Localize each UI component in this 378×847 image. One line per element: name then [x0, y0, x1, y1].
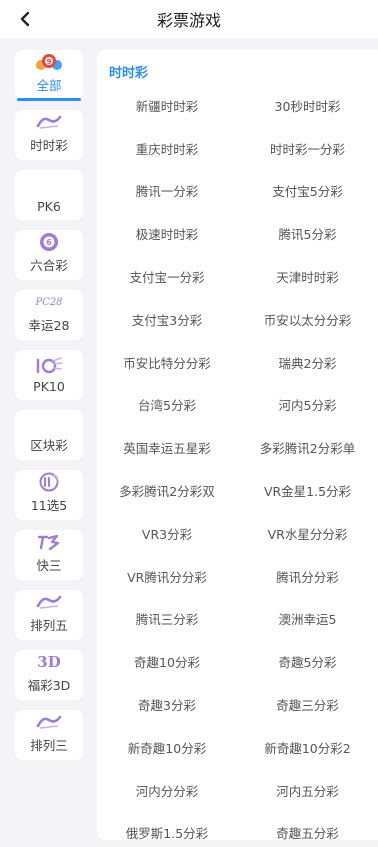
sidebar-item-pk6[interactable]: PK6 [15, 170, 83, 220]
game-item[interactable]: 时时彩一分彩 [237, 127, 378, 170]
games-panel: 时时彩 新疆时时彩 30秒时时彩 重庆时时彩 时时彩一分彩 腾讯一分彩 支付宝5分彩 极速时… [97, 50, 378, 840]
game-item[interactable]: 支付宝3分彩 [97, 298, 237, 341]
game-item[interactable]: 多彩腾讯2分彩单 [237, 426, 378, 469]
game-item[interactable]: 奇趣3分彩 [97, 683, 237, 726]
game-item[interactable]: 支付宝5分彩 [237, 170, 378, 213]
pk10-icon [34, 355, 64, 377]
kuaisan-icon [35, 531, 63, 553]
game-item[interactable]: VR金星1.5分彩 [237, 469, 378, 512]
game-item[interactable]: 奇趣三分彩 [237, 683, 378, 726]
game-item[interactable]: 腾讯5分彩 [237, 212, 378, 255]
game-item[interactable]: 腾讯一分彩 [97, 170, 237, 213]
category-sidebar: 9 全部 时时彩 PK6 6 六合彩 PC28 幸运28 PK10 区块彩 11… [15, 50, 83, 760]
mark-six-icon: 6 [39, 231, 59, 253]
back-button[interactable] [14, 8, 36, 30]
game-item[interactable]: 30秒时时彩 [237, 84, 378, 127]
game-item[interactable]: 币安以太分分彩 [237, 298, 378, 341]
sidebar-item-blockchain[interactable]: 区块彩 [15, 410, 83, 460]
page-title: 彩票游戏 [156, 11, 221, 30]
game-item[interactable]: 腾讯分分彩 [237, 555, 378, 598]
game-item[interactable]: 新奇趣10分彩2 [237, 726, 378, 769]
games-grid: 新疆时时彩 30秒时时彩 重庆时时彩 时时彩一分彩 腾讯一分彩 支付宝5分彩 极速时时彩 腾讯… [97, 84, 378, 840]
game-item[interactable]: 瑞典2分彩 [237, 341, 378, 384]
fucai-3d-icon: 3D [37, 653, 61, 671]
game-item[interactable]: 新奇趣10分彩 [97, 726, 237, 769]
game-item[interactable]: 新疆时时彩 [97, 84, 237, 127]
sidebar-item-pailiesan[interactable]: 排列三 [15, 710, 83, 760]
game-item[interactable]: 天津时时彩 [237, 255, 378, 298]
game-item[interactable]: 英国幸运五星彩 [97, 426, 237, 469]
game-item[interactable]: 奇趣10分彩 [97, 640, 237, 683]
sidebar-item-pailiewu[interactable]: 排列五 [15, 590, 83, 640]
sidebar-item-pk10[interactable]: PK10 [15, 350, 83, 400]
game-item[interactable]: 多彩腾讯2分彩双 [97, 469, 237, 512]
svg-text:6: 6 [46, 238, 52, 247]
pailiewu-logo-icon [35, 591, 63, 613]
game-item[interactable]: 支付宝一分彩 [97, 255, 237, 298]
game-item[interactable]: 重庆时时彩 [97, 127, 237, 170]
game-item[interactable]: 奇趣5分彩 [237, 640, 378, 683]
game-item[interactable]: 币安比特分分彩 [97, 341, 237, 384]
chevron-left-icon [20, 11, 30, 27]
game-item[interactable]: 奇趣五分彩 [237, 812, 378, 840]
game-item[interactable]: 澳洲幸运5 [237, 598, 378, 641]
svg-text:9: 9 [47, 58, 52, 66]
sidebar-item-11x5[interactable]: 11选5 [15, 470, 83, 520]
game-item[interactable]: VR水星分分彩 [237, 512, 378, 555]
game-item[interactable]: 腾讯三分彩 [97, 598, 237, 641]
sidebar-item-mark-six[interactable]: 6 六合彩 [15, 230, 83, 280]
game-item[interactable]: VR3分彩 [97, 512, 237, 555]
game-item[interactable]: 台湾5分彩 [97, 384, 237, 427]
sidebar-item-shishicai[interactable]: 时时彩 [15, 110, 83, 160]
game-item[interactable]: VR腾讯分分彩 [97, 555, 237, 598]
sidebar-item-lucky28[interactable]: PC28 幸运28 [15, 290, 83, 340]
game-item[interactable]: 俄罗斯1.5分彩 [97, 812, 237, 840]
game-item[interactable]: 极速时时彩 [97, 212, 237, 255]
sidebar-item-fucai3d[interactable]: 3D 福彩3D [15, 650, 83, 700]
eleven-five-icon [37, 471, 61, 493]
lottery-balls-icon: 9 [34, 51, 64, 73]
game-item[interactable]: 河内分分彩 [97, 769, 237, 812]
game-item[interactable]: 河内五分彩 [237, 769, 378, 812]
pailiesan-logo-icon [35, 711, 63, 733]
header-bar: 彩票游戏 [0, 0, 378, 38]
section-title: 时时彩 [109, 66, 149, 81]
game-item[interactable]: 河内5分彩 [237, 384, 378, 427]
sidebar-item-all[interactable]: 9 全部 [15, 50, 83, 101]
shishicai-logo-icon [35, 111, 63, 133]
pc28-icon: PC28 [35, 296, 63, 308]
sidebar-item-kuaisan[interactable]: 快三 [15, 530, 83, 580]
